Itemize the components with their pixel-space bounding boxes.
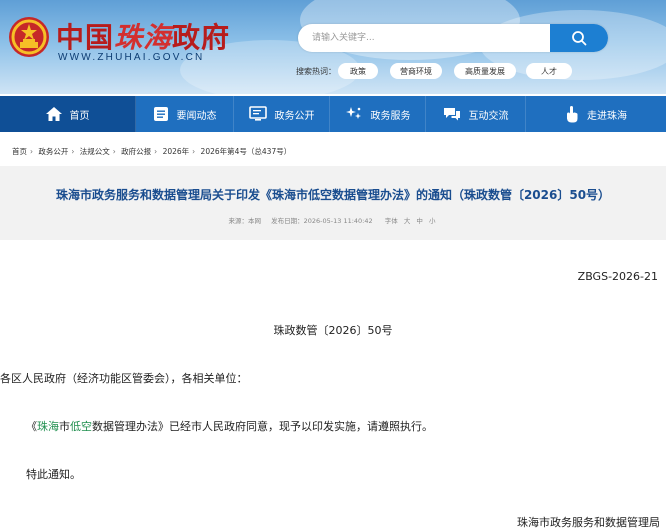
nav-item-gov-service[interactable]: 政务服务: [330, 96, 426, 132]
site-header: 中国珠海政府 WWW.ZHUHAI.GOV.CN 搜索热词： 政策 营商环境 高…: [0, 0, 666, 94]
main-nav: 首页 要闻动态 政务公开 政务服务 互动交流 走进珠海: [0, 96, 666, 132]
hot-search-label: 搜索热词：: [296, 67, 336, 76]
hot-tag[interactable]: 营商环境: [390, 63, 442, 79]
breadcrumb-item[interactable]: 政府公报: [121, 147, 151, 156]
nav-item-label: 走进珠海: [587, 110, 627, 122]
site-title[interactable]: 中国珠海政府: [56, 16, 230, 56]
article-title: 珠海市政务服务和数据管理局关于印发《珠海市低空数据管理办法》的通知（珠政数管〔2…: [55, 188, 611, 202]
document-signature: 珠海市政务服务和数据管理局: [517, 516, 660, 529]
nav-item-label: 要闻动态: [176, 110, 217, 122]
home-icon: [45, 107, 62, 121]
font-size-label: 字体: [384, 217, 398, 225]
breadcrumb-item[interactable]: 2026年第4号（总437号）: [201, 147, 292, 156]
breadcrumb-item[interactable]: 首页: [12, 147, 27, 156]
site-url: WWW.ZHUHAI.GOV.CN: [58, 52, 205, 63]
nav-item-label: 政务公开: [274, 110, 315, 122]
news-list-icon: [153, 107, 168, 121]
article-meta: 来源：本网 发布日期：2026-05-13 11:40:42 字体 大 中 小: [0, 215, 666, 225]
font-size-control: 字体 大 中 小: [383, 217, 438, 225]
article-source: 来源：本网: [228, 217, 262, 225]
keyword-link[interactable]: 低空: [70, 420, 92, 433]
service-sparkle-icon: [345, 107, 361, 119]
search-box: [298, 24, 608, 52]
pointer-hand-icon: [567, 106, 578, 123]
document-salutation: 各区人民政府（经济功能区管委会），各相关单位：: [0, 372, 248, 385]
hot-tag[interactable]: 人才: [526, 63, 572, 79]
article-publish-date: 发布日期：2026-05-13 11:40:42: [271, 217, 373, 225]
chat-bubbles-icon: [443, 108, 460, 121]
nav-item-label: 互动交流: [468, 110, 509, 122]
document-paragraph: 《珠海市低空数据管理办法》已经市人民政府同意，现予以印发实施，请遵照执行。: [26, 420, 433, 433]
search-button[interactable]: [550, 24, 608, 52]
font-size-small[interactable]: 小: [429, 217, 436, 225]
nav-item-label: 政务服务: [370, 110, 411, 122]
breadcrumb-item[interactable]: 政务公开: [38, 147, 68, 156]
keyword-link[interactable]: 珠海: [37, 420, 59, 433]
document-number: 珠政数管〔2026〕50号: [273, 324, 393, 337]
breadcrumb-item[interactable]: 法规公文: [80, 147, 110, 156]
nav-item-home[interactable]: 首页: [0, 96, 136, 132]
font-size-medium[interactable]: 中: [416, 217, 423, 225]
document-closing: 特此通知。: [26, 468, 81, 481]
nav-item-gov-affairs[interactable]: 政务公开: [234, 96, 330, 132]
nav-item-about-zhuhai[interactable]: 走进珠海: [526, 96, 666, 132]
hot-tag[interactable]: 高质量发展: [454, 63, 516, 79]
document-code: ZBGS-2026-21: [577, 270, 658, 283]
nav-item-label: 首页: [69, 110, 90, 122]
breadcrumb-item[interactable]: 2026年: [163, 147, 190, 156]
nav-item-interaction[interactable]: 互动交流: [426, 96, 526, 132]
nav-item-news[interactable]: 要闻动态: [136, 96, 234, 132]
font-size-large[interactable]: 大: [404, 217, 411, 225]
monitor-list-icon: [248, 106, 267, 121]
hot-tag[interactable]: 政策: [338, 63, 378, 79]
breadcrumb: 首页 › 政务公开 › 法规公文 › 政府公报 › 2026年 › 2026年第4号（总4…: [12, 147, 292, 156]
article-header-bg: [0, 166, 666, 240]
national-emblem-icon: [9, 17, 49, 57]
search-input[interactable]: [298, 24, 550, 52]
search-icon: [572, 31, 587, 46]
